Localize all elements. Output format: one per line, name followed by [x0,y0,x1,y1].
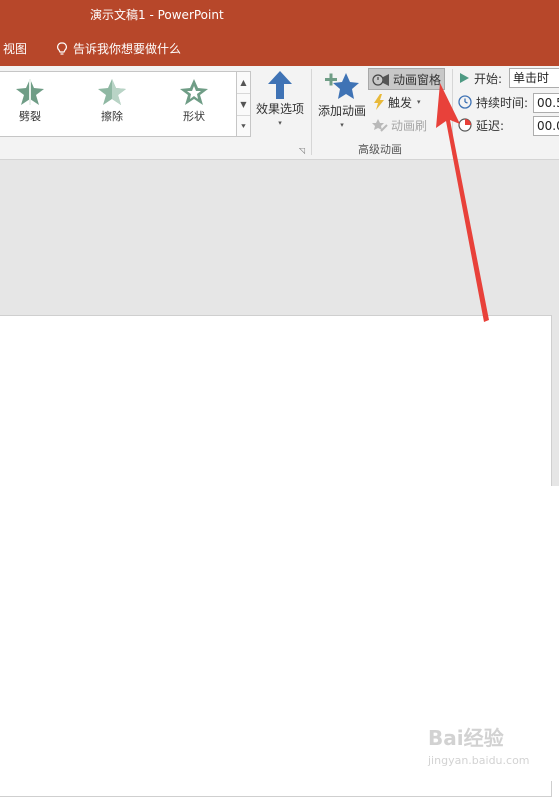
trigger-label: 触发 [388,95,413,110]
animation-wipe-label: 擦除 [101,110,123,123]
animation-pane-icon [372,74,389,86]
animation-pane-button[interactable]: 动画窗格 [368,68,446,90]
wipe-star-icon [98,79,126,105]
delay-clock-icon [458,118,472,132]
animation-painter-label: 动画刷 [391,118,428,133]
effect-options-label: 效果选项 [255,102,304,116]
timing-start-row: 开始: [458,67,502,89]
advanced-animation-group-label: 高级动画 [358,143,402,156]
trigger-button[interactable]: 触发 ▾ [373,92,421,112]
gallery-more[interactable]: ⯆ [237,116,250,137]
delay-label: 延迟: [476,118,505,133]
lightbulb-icon [57,41,67,55]
play-icon [460,73,469,83]
shape-star-icon [180,79,208,105]
start-select[interactable]: 单击时 [509,68,559,88]
animation-shape[interactable]: 形状 [164,76,224,124]
timing-duration-row: 持续时间: [458,91,528,113]
split-star-icon [16,79,44,105]
title-bar: 演示文稿1 - PowerPoint [0,0,559,28]
animation-shape-label: 形状 [183,110,205,123]
gallery-scrollbar[interactable]: ▲ ▼ ⯆ [236,71,251,137]
add-animation-label: 添加动画 [317,104,366,118]
effect-options-button[interactable]: 效果选项 ▾ [252,70,308,127]
watermark-sub: jingyan.baidu.com [428,754,530,767]
dialog-launcher-icon[interactable]: ◹ [299,146,305,155]
tab-view[interactable]: 视图 [3,40,27,57]
start-label: 开始: [474,71,503,86]
ribbon-animations: 劈裂 擦除 形状 ▲ ▼ ⯆ 效果选项 ▾ 添加动画 ▾ 动画窗格 触发 ▾ 动… [0,66,559,160]
animation-split[interactable]: 劈裂 [0,76,60,124]
animation-wipe[interactable]: 擦除 [82,76,142,124]
animation-split-label: 劈裂 [19,110,41,123]
duration-label: 持续时间: [476,95,529,110]
duration-input[interactable]: 00.5 [533,93,559,113]
watermark-logo: Bai经验 [428,726,504,750]
animation-painter-button[interactable]: 动画刷 [372,115,427,135]
group-separator [311,69,312,155]
delay-input[interactable]: 00.0 [533,116,559,136]
add-animation-button[interactable]: 添加动画 ▾ [315,70,369,129]
effect-options-caret: ▾ [278,119,282,127]
clock-icon [458,95,472,109]
animation-gallery: 劈裂 擦除 形状 [0,71,237,137]
gallery-scroll-down[interactable]: ▼ [237,94,250,116]
ribbon-tab-bar: 视图 告诉我你想要做什么 [0,28,559,66]
group-separator [452,69,453,155]
tell-me-label: 告诉我你想要做什么 [73,42,182,56]
arrow-up-icon [268,71,292,99]
trigger-caret: ▾ [417,98,421,106]
timing-delay-row: 延迟: [458,114,504,136]
window-title: 演示文稿1 - PowerPoint [90,8,224,22]
animation-painter-icon [372,119,388,132]
tell-me-search[interactable]: 告诉我你想要做什么 [56,40,181,57]
animation-pane-label: 动画窗格 [393,72,442,87]
watermark: Bai经验 jingyan.baidu.com [428,722,556,776]
add-animation-star-icon [325,73,359,99]
add-animation-caret: ▾ [340,121,344,129]
lightning-icon [374,94,384,110]
gallery-scroll-up[interactable]: ▲ [237,72,250,94]
